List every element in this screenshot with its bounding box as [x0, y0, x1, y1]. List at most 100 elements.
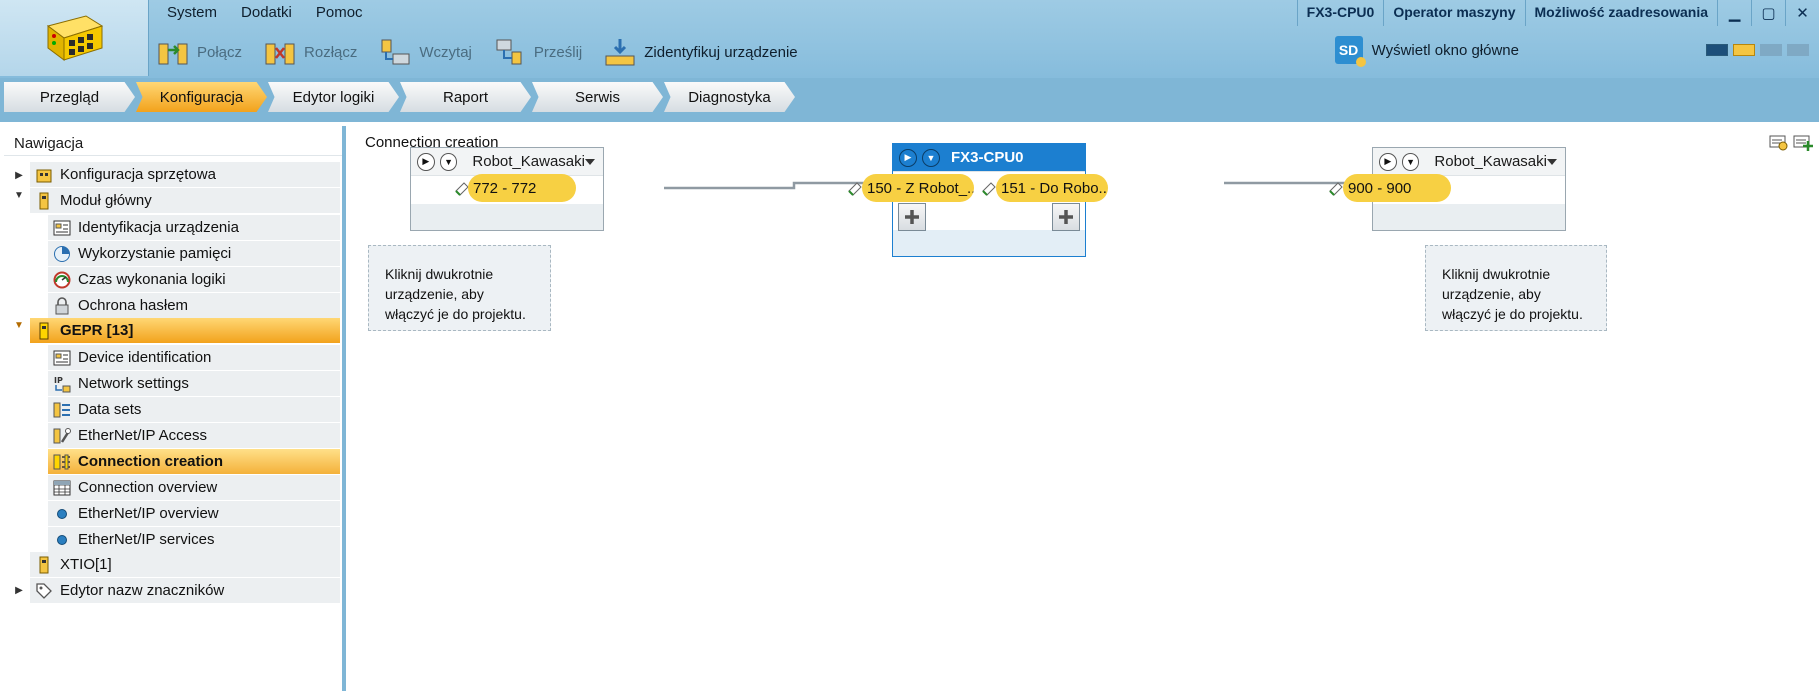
load-icon	[381, 39, 410, 65]
plus-icon	[1059, 210, 1073, 224]
expand-play-icon[interactable]: ▶	[899, 148, 917, 167]
nav-item-connection-overview[interactable]: Connection overview	[48, 475, 340, 501]
expand-play-icon[interactable]: ▶	[1379, 152, 1397, 171]
tab-edytor-logiki[interactable]: Edytor logiki	[268, 82, 399, 112]
device-footer	[1373, 204, 1565, 230]
add-connection-left-button[interactable]	[898, 203, 926, 231]
device-name: Robot_Kawasaki	[1434, 153, 1547, 170]
nav-item-modul-glowny[interactable]: Moduł główny	[30, 188, 340, 214]
table-icon	[52, 478, 72, 498]
nav-item-xtio[interactable]: XTIO[1]	[30, 552, 340, 578]
expand-play-icon[interactable]: ▶	[417, 152, 435, 171]
dropdown-arrow-icon[interactable]	[1546, 158, 1557, 165]
maximize-button[interactable]: ▢	[1751, 0, 1785, 26]
cpu-header: ▶ ▼ FX3-CPU0	[893, 144, 1085, 172]
connection-pill-150[interactable]: 150 - Z Robot_...	[862, 174, 974, 202]
left-hint-box[interactable]: Kliknij dwukrotnie urządzenie, aby włącz…	[368, 245, 551, 331]
collapse-icon[interactable]: ▼	[1401, 152, 1420, 171]
sd-icon-label: SD	[1338, 42, 1359, 58]
connection-creation-workspace: Connection creation ▶ ▼ Robot_Kawasaki 7…	[352, 126, 1819, 691]
identify-device-icon	[605, 39, 635, 66]
device-id-icon	[52, 218, 72, 238]
tab-konfiguracja[interactable]: Konfiguracja	[136, 82, 267, 112]
layout-option-4[interactable]	[1787, 44, 1809, 56]
bullet-icon	[52, 530, 72, 550]
expand-konfiguracja-icon[interactable]: ▶	[12, 168, 26, 182]
nav-item-ethernetip-overview[interactable]: EtherNet/IP overview	[48, 501, 340, 527]
collapse-gepr-icon[interactable]: ▼	[12, 318, 26, 332]
device-header: ▶ ▼ Robot_Kawasaki	[1373, 148, 1565, 176]
dropdown-arrow-icon[interactable]	[584, 158, 595, 165]
connection-pill-151[interactable]: 151 - Do Robo...	[996, 174, 1108, 202]
layout-option-2[interactable]	[1733, 44, 1755, 56]
collapse-icon[interactable]: ▼	[439, 152, 458, 171]
nav-item-pamiec[interactable]: Wykorzystanie pamięci	[48, 241, 340, 267]
nav-label: Network settings	[78, 375, 189, 392]
collapse-modul-icon[interactable]: ▼	[12, 188, 26, 202]
nav-item-gepr[interactable]: GEPR [13]	[30, 318, 340, 344]
sd-icon: SD	[1334, 36, 1366, 67]
menu-system[interactable]: System	[149, 0, 229, 26]
nav-item-ethernetip-access[interactable]: EtherNet/IP Access	[48, 423, 340, 449]
nav-label: Identyfikacja urządzenia	[78, 219, 239, 236]
add-connection-right-button[interactable]	[1052, 203, 1080, 231]
close-button[interactable]: ✕	[1785, 0, 1819, 26]
nav-label: EtherNet/IP services	[78, 531, 215, 548]
connect-button[interactable]: Połącz	[149, 34, 250, 70]
nav-item-network-settings[interactable]: IP Network settings	[48, 371, 340, 397]
nav-item-ethernetip-services[interactable]: EtherNet/IP services	[48, 527, 340, 553]
expand-tag-editor-icon[interactable]: ▶	[12, 583, 26, 597]
nav-item-device-identification[interactable]: Device identification	[48, 345, 340, 371]
nav-label: Connection overview	[78, 479, 218, 496]
nav-item-data-sets[interactable]: Data sets	[48, 397, 340, 423]
layout-option-1[interactable]	[1706, 44, 1728, 56]
flexi-soft-logo-icon	[46, 15, 104, 61]
nav-label: EtherNet/IP Access	[78, 427, 207, 444]
module-icon	[34, 191, 54, 211]
connection-pill-900[interactable]: 900 - 900	[1343, 174, 1451, 202]
nav-item-konfiguracja-sprzetowa[interactable]: Konfiguracja sprzętowa	[30, 162, 340, 188]
nav-item-identyfikacja[interactable]: Identyfikacja urządzenia	[48, 215, 340, 241]
disconnect-button[interactable]: Rozłącz	[256, 34, 365, 70]
cpu-name: FX3-CPU0	[951, 149, 1024, 166]
tag-icon	[34, 581, 54, 601]
logo-area	[0, 0, 149, 76]
nav-label: Ochrona hasłem	[78, 297, 189, 314]
connection-creation-icon	[52, 452, 72, 472]
module-icon	[34, 555, 54, 575]
cpu-footer	[893, 230, 1085, 256]
disconnect-label: Rozłącz	[304, 43, 358, 61]
collapse-icon[interactable]: ▼	[922, 148, 940, 167]
memory-usage-icon	[52, 244, 72, 264]
nav-label: Czas wykonania logiki	[78, 271, 226, 288]
user-role[interactable]: Operator maszyny	[1383, 0, 1524, 26]
navigation-panel: Nawigacja ▶ Konfiguracja sprzętowa ▼ Mod…	[4, 126, 346, 691]
data-sets-icon	[52, 400, 72, 420]
navigation-title: Nawigacja	[4, 126, 342, 156]
toolbar: Połącz Rozłącz Wczytaj Prześlij Zidentyf…	[149, 30, 812, 74]
layout-option-3[interactable]	[1760, 44, 1782, 56]
plus-icon	[905, 210, 919, 224]
right-hint-box[interactable]: Kliknij dwukrotnie urządzenie, aby włącz…	[1425, 245, 1607, 331]
connection-pill-772[interactable]: 772 - 772	[468, 174, 576, 202]
show-main-window-button[interactable]: SD Wyświetl okno główne	[1334, 36, 1519, 67]
nav-item-czas-wykonania[interactable]: Czas wykonania logiki	[48, 267, 340, 293]
minimize-button[interactable]: ▁	[1717, 0, 1751, 26]
identify-device-button[interactable]: Zidentyfikuj urządzenie	[596, 34, 805, 70]
close-icon: ✕	[1796, 5, 1809, 22]
device-name: Robot_Kawasaki	[472, 153, 585, 170]
send-icon	[496, 39, 522, 65]
menu-pomoc[interactable]: Pomoc	[304, 0, 375, 26]
menu-dodatki[interactable]: Dodatki	[229, 0, 304, 26]
nav-item-ochrona-haslem[interactable]: Ochrona hasłem	[48, 293, 340, 319]
layout-switcher	[1706, 44, 1809, 56]
tab-przeglad[interactable]: Przegląd	[4, 82, 135, 112]
nav-item-tag-editor[interactable]: Edytor nazw znaczników	[30, 578, 340, 604]
load-button[interactable]: Wczytaj	[371, 34, 480, 70]
main-tabs: Przegląd Konfiguracja Edytor logiki Rapo…	[0, 82, 796, 112]
tab-raport[interactable]: Raport	[400, 82, 531, 112]
tab-diagnostyka[interactable]: Diagnostyka	[664, 82, 795, 112]
send-button[interactable]: Prześlij	[486, 34, 590, 70]
tab-serwis[interactable]: Serwis	[532, 82, 663, 112]
nav-item-connection-creation[interactable]: Connection creation	[48, 449, 340, 475]
